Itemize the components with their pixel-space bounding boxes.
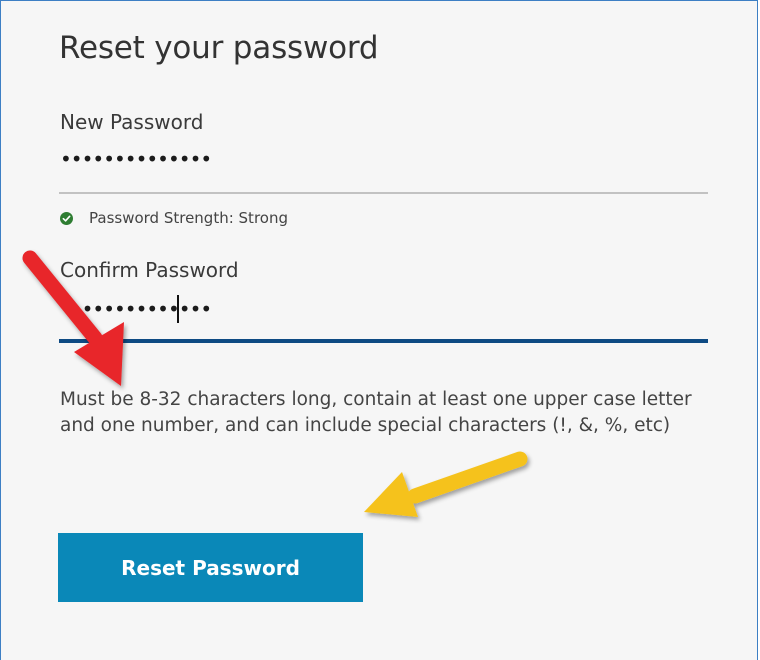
confirm-password-field[interactable]: •••••••••••••• <box>60 298 212 320</box>
password-requirements-hint: Must be 8-32 characters long, contain at… <box>60 389 692 436</box>
reset-password-button[interactable]: Reset Password <box>58 533 363 602</box>
new-password-field[interactable]: •••••••••••••• <box>60 148 212 170</box>
new-password-underline <box>59 192 708 194</box>
check-circle-icon <box>60 211 73 225</box>
page-title: Reset your password <box>59 30 379 66</box>
reset-password-form: Reset your password New Password •••••••… <box>0 0 760 656</box>
confirm-password-label: Confirm Password <box>60 258 239 282</box>
password-strength-text: Password Strength: Strong <box>89 209 288 227</box>
password-strength-indicator: Password Strength: Strong <box>60 209 288 227</box>
text-cursor <box>177 295 179 323</box>
new-password-label: New Password <box>60 110 204 134</box>
confirm-password-underline <box>59 339 708 343</box>
